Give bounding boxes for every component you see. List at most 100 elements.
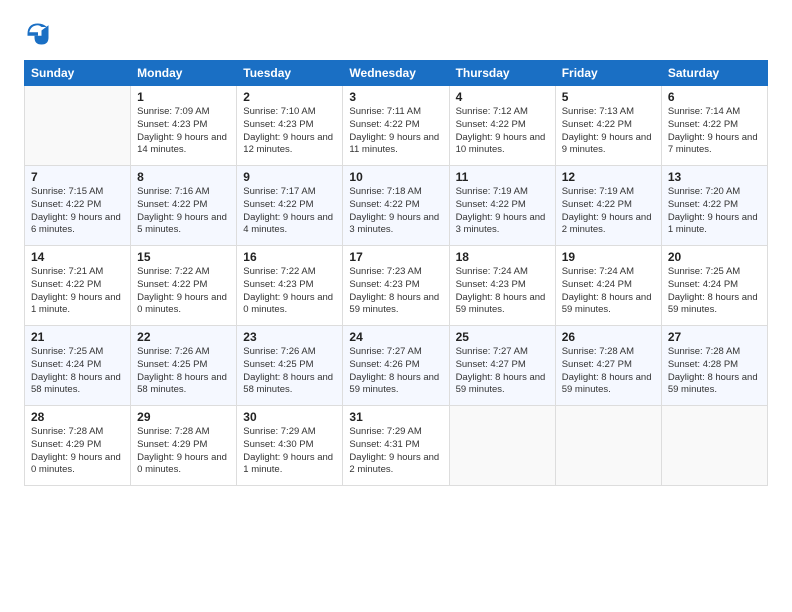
logo-icon bbox=[24, 20, 52, 48]
day-number: 8 bbox=[137, 170, 230, 184]
day-number: 31 bbox=[349, 410, 442, 424]
day-info: Sunrise: 7:27 AMSunset: 4:26 PMDaylight:… bbox=[349, 346, 442, 397]
calendar-cell: 12 Sunrise: 7:19 AMSunset: 4:22 PMDayligh… bbox=[555, 166, 661, 246]
day-number: 26 bbox=[562, 330, 655, 344]
calendar-cell: 6Sunrise: 7:14 AMSunset: 4:22 PMDaylight… bbox=[661, 86, 767, 166]
calendar-cell: 16Sunrise: 7:22 AMSunset: 4:23 PMDayligh… bbox=[237, 246, 343, 326]
calendar-cell: 9Sunrise: 7:17 AMSunset: 4:22 PMDaylight… bbox=[237, 166, 343, 246]
weekday-header-monday: Monday bbox=[131, 61, 237, 86]
day-info: Sunrise: 7:25 AMSunset: 4:24 PMDaylight:… bbox=[31, 346, 124, 397]
weekday-header-saturday: Saturday bbox=[661, 61, 767, 86]
day-info: Sunrise: 7:19 AMSunset: 4:22 PMDaylight:… bbox=[562, 186, 655, 237]
day-info: Sunrise: 7:17 AMSunset: 4:22 PMDaylight:… bbox=[243, 186, 336, 237]
day-number: 15 bbox=[137, 250, 230, 264]
day-info: Sunrise: 7:23 AMSunset: 4:23 PMDaylight:… bbox=[349, 266, 442, 317]
calendar-cell: 22 Sunrise: 7:26 AMSunset: 4:25 PMDayligh… bbox=[131, 326, 237, 406]
day-info: Sunrise: 7:11 AMSunset: 4:22 PMDaylight:… bbox=[349, 106, 442, 157]
calendar-table: SundayMondayTuesdayWednesdayThursdayFrid… bbox=[24, 60, 768, 486]
calendar-cell: 14 Sunrise: 7:21 AMSunset: 4:22 PMDayligh… bbox=[25, 246, 131, 326]
calendar-cell: 17 Sunrise: 7:23 AMSunset: 4:23 PMDayligh… bbox=[343, 246, 449, 326]
day-number: 27 bbox=[668, 330, 761, 344]
day-number: 22 bbox=[137, 330, 230, 344]
calendar-week-row: 7 Sunrise: 7:15 AMSunset: 4:22 PMDaylight… bbox=[25, 166, 768, 246]
day-info: Sunrise: 7:26 AMSunset: 4:25 PMDaylight:… bbox=[137, 346, 230, 397]
day-info: Sunrise: 7:20 AMSunset: 4:22 PMDaylight:… bbox=[668, 186, 761, 237]
header bbox=[24, 20, 768, 48]
calendar-cell: 27 Sunrise: 7:28 AMSunset: 4:28 PMDayligh… bbox=[661, 326, 767, 406]
calendar-cell: 7 Sunrise: 7:15 AMSunset: 4:22 PMDaylight… bbox=[25, 166, 131, 246]
calendar-cell: 4 Sunrise: 7:12 AMSunset: 4:22 PMDaylight… bbox=[449, 86, 555, 166]
day-info: Sunrise: 7:19 AMSunset: 4:22 PMDaylight:… bbox=[456, 186, 549, 237]
weekday-header-wednesday: Wednesday bbox=[343, 61, 449, 86]
calendar-cell: 15 Sunrise: 7:22 AMSunset: 4:22 PMDayligh… bbox=[131, 246, 237, 326]
day-number: 6 bbox=[668, 90, 761, 104]
day-number: 25 bbox=[456, 330, 549, 344]
day-number: 16 bbox=[243, 250, 336, 264]
weekday-header-friday: Friday bbox=[555, 61, 661, 86]
day-info: Sunrise: 7:18 AMSunset: 4:22 PMDaylight:… bbox=[349, 186, 442, 237]
calendar-week-row: 28Sunrise: 7:28 AMSunset: 4:29 PMDayligh… bbox=[25, 406, 768, 486]
day-number: 11 bbox=[456, 170, 549, 184]
day-info: Sunrise: 7:29 AMSunset: 4:31 PMDaylight:… bbox=[349, 426, 442, 477]
calendar-cell: 19Sunrise: 7:24 AMSunset: 4:24 PMDayligh… bbox=[555, 246, 661, 326]
day-info: Sunrise: 7:29 AMSunset: 4:30 PMDaylight:… bbox=[243, 426, 336, 477]
day-info: Sunrise: 7:16 AMSunset: 4:22 PMDaylight:… bbox=[137, 186, 230, 237]
day-number: 23 bbox=[243, 330, 336, 344]
day-info: Sunrise: 7:10 AMSunset: 4:23 PMDaylight:… bbox=[243, 106, 336, 157]
day-number: 29 bbox=[137, 410, 230, 424]
day-number: 14 bbox=[31, 250, 124, 264]
day-number: 7 bbox=[31, 170, 124, 184]
calendar-cell: 3 Sunrise: 7:11 AMSunset: 4:22 PMDaylight… bbox=[343, 86, 449, 166]
day-info: Sunrise: 7:21 AMSunset: 4:22 PMDaylight:… bbox=[31, 266, 124, 317]
day-number: 4 bbox=[456, 90, 549, 104]
day-number: 12 bbox=[562, 170, 655, 184]
calendar-cell: 11 Sunrise: 7:19 AMSunset: 4:22 PMDayligh… bbox=[449, 166, 555, 246]
calendar-cell: 8 Sunrise: 7:16 AMSunset: 4:22 PMDaylight… bbox=[131, 166, 237, 246]
calendar-cell: 24 Sunrise: 7:27 AMSunset: 4:26 PMDayligh… bbox=[343, 326, 449, 406]
day-info: Sunrise: 7:12 AMSunset: 4:22 PMDaylight:… bbox=[456, 106, 549, 157]
calendar-cell: 26 Sunrise: 7:28 AMSunset: 4:27 PMDayligh… bbox=[555, 326, 661, 406]
day-info: Sunrise: 7:28 AMSunset: 4:28 PMDaylight:… bbox=[668, 346, 761, 397]
calendar-cell: 2 Sunrise: 7:10 AMSunset: 4:23 PMDaylight… bbox=[237, 86, 343, 166]
logo bbox=[24, 20, 56, 48]
day-info: Sunrise: 7:25 AMSunset: 4:24 PMDaylight:… bbox=[668, 266, 761, 317]
day-number: 5 bbox=[562, 90, 655, 104]
day-info: Sunrise: 7:22 AMSunset: 4:22 PMDaylight:… bbox=[137, 266, 230, 317]
day-number: 18 bbox=[456, 250, 549, 264]
calendar-cell: 23Sunrise: 7:26 AMSunset: 4:25 PMDayligh… bbox=[237, 326, 343, 406]
day-info: Sunrise: 7:28 AMSunset: 4:27 PMDaylight:… bbox=[562, 346, 655, 397]
day-number: 17 bbox=[349, 250, 442, 264]
day-info: Sunrise: 7:24 AMSunset: 4:23 PMDaylight:… bbox=[456, 266, 549, 317]
calendar-cell: 21 Sunrise: 7:25 AMSunset: 4:24 PMDayligh… bbox=[25, 326, 131, 406]
calendar-cell: 18 Sunrise: 7:24 AMSunset: 4:23 PMDayligh… bbox=[449, 246, 555, 326]
calendar-cell: 1Sunrise: 7:09 AMSunset: 4:23 PMDaylight… bbox=[131, 86, 237, 166]
day-number: 3 bbox=[349, 90, 442, 104]
day-number: 24 bbox=[349, 330, 442, 344]
day-info: Sunrise: 7:27 AMSunset: 4:27 PMDaylight:… bbox=[456, 346, 549, 397]
day-info: Sunrise: 7:28 AMSunset: 4:29 PMDaylight:… bbox=[31, 426, 124, 477]
calendar-week-row: 1Sunrise: 7:09 AMSunset: 4:23 PMDaylight… bbox=[25, 86, 768, 166]
calendar-cell bbox=[555, 406, 661, 486]
calendar-cell bbox=[25, 86, 131, 166]
calendar-week-row: 14 Sunrise: 7:21 AMSunset: 4:22 PMDayligh… bbox=[25, 246, 768, 326]
day-info: Sunrise: 7:24 AMSunset: 4:24 PMDaylight:… bbox=[562, 266, 655, 317]
day-number: 10 bbox=[349, 170, 442, 184]
calendar-cell: 28Sunrise: 7:28 AMSunset: 4:29 PMDayligh… bbox=[25, 406, 131, 486]
calendar-cell: 30 Sunrise: 7:29 AMSunset: 4:30 PMDayligh… bbox=[237, 406, 343, 486]
day-info: Sunrise: 7:15 AMSunset: 4:22 PMDaylight:… bbox=[31, 186, 124, 237]
day-number: 13 bbox=[668, 170, 761, 184]
calendar-cell: 31 Sunrise: 7:29 AMSunset: 4:31 PMDayligh… bbox=[343, 406, 449, 486]
day-number: 2 bbox=[243, 90, 336, 104]
weekday-header-row: SundayMondayTuesdayWednesdayThursdayFrid… bbox=[25, 61, 768, 86]
day-info: Sunrise: 7:13 AMSunset: 4:22 PMDaylight:… bbox=[562, 106, 655, 157]
calendar-cell: 25 Sunrise: 7:27 AMSunset: 4:27 PMDayligh… bbox=[449, 326, 555, 406]
day-number: 20 bbox=[668, 250, 761, 264]
weekday-header-thursday: Thursday bbox=[449, 61, 555, 86]
calendar-cell: 5 Sunrise: 7:13 AMSunset: 4:22 PMDaylight… bbox=[555, 86, 661, 166]
page: SundayMondayTuesdayWednesdayThursdayFrid… bbox=[0, 0, 792, 612]
calendar-cell: 20 Sunrise: 7:25 AMSunset: 4:24 PMDayligh… bbox=[661, 246, 767, 326]
day-number: 30 bbox=[243, 410, 336, 424]
day-info: Sunrise: 7:09 AMSunset: 4:23 PMDaylight:… bbox=[137, 106, 230, 157]
calendar-cell bbox=[661, 406, 767, 486]
day-number: 21 bbox=[31, 330, 124, 344]
